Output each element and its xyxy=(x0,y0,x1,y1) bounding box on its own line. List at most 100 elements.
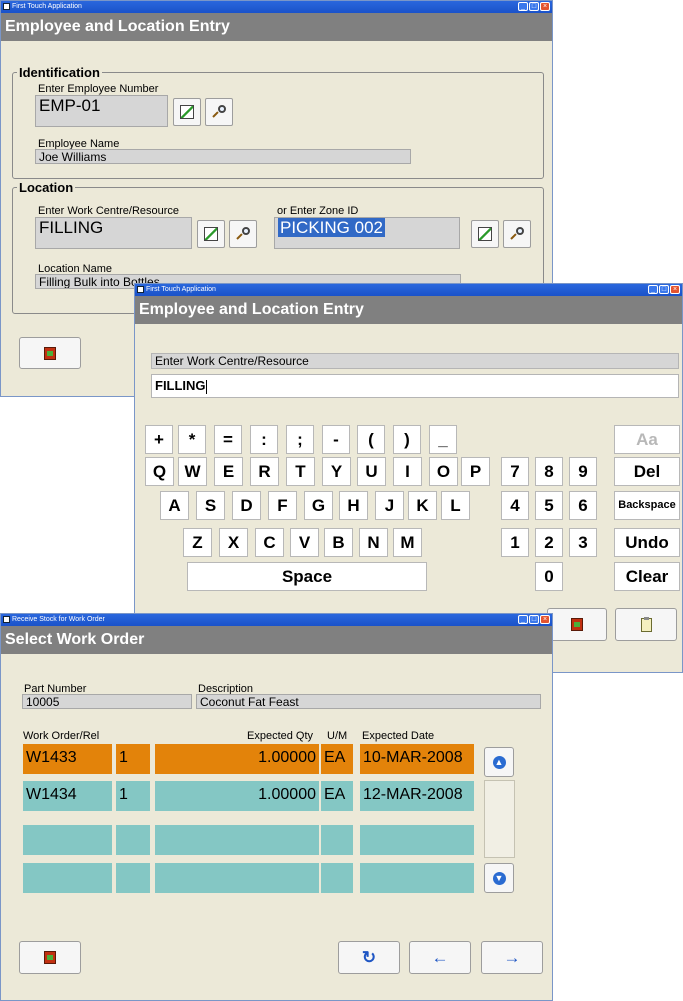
key-1[interactable]: 1 xyxy=(501,528,529,557)
key-i[interactable]: I xyxy=(393,457,422,486)
zone-field[interactable]: PICKING 002 xyxy=(274,217,460,249)
key-minus[interactable]: - xyxy=(322,425,350,454)
close-icon[interactable]: × xyxy=(670,285,680,294)
edit-employee-button[interactable] xyxy=(173,98,201,126)
entry-input[interactable]: FILLING xyxy=(151,374,679,398)
work-centre-field[interactable]: FILLING xyxy=(35,217,192,249)
key-b[interactable]: B xyxy=(324,528,353,557)
minimize-icon[interactable]: _ xyxy=(518,615,528,624)
key-s[interactable]: S xyxy=(196,491,225,520)
edit-zone-button[interactable] xyxy=(471,220,499,248)
exit-button[interactable] xyxy=(547,608,607,641)
key-8[interactable]: 8 xyxy=(535,457,563,486)
close-icon[interactable]: × xyxy=(540,615,550,624)
titlebar[interactable]: Receive Stock for Work Order _ □ × xyxy=(1,614,552,626)
key-x[interactable]: X xyxy=(219,528,248,557)
key-e[interactable]: E xyxy=(214,457,243,486)
key-t[interactable]: T xyxy=(286,457,315,486)
key-k[interactable]: K xyxy=(408,491,437,520)
cell-expected-qty xyxy=(155,863,319,893)
page-title: Select Work Order xyxy=(1,626,552,654)
clipboard-icon xyxy=(640,616,652,632)
scroll-down-button[interactable]: ▼ xyxy=(484,863,514,893)
key-7[interactable]: 7 xyxy=(501,457,529,486)
key-g[interactable]: G xyxy=(304,491,333,520)
entry-input-value: FILLING xyxy=(155,378,206,393)
key-j[interactable]: J xyxy=(375,491,404,520)
page-title: Employee and Location Entry xyxy=(135,296,682,324)
exit-button[interactable] xyxy=(19,337,81,369)
key-2[interactable]: 2 xyxy=(535,528,563,557)
search-employee-button[interactable] xyxy=(205,98,233,126)
key-r[interactable]: R xyxy=(250,457,279,486)
key-w[interactable]: W xyxy=(178,457,207,486)
previous-button[interactable]: ← xyxy=(409,941,471,974)
next-button[interactable]: → xyxy=(481,941,543,974)
key-semicolon[interactable]: ; xyxy=(286,425,314,454)
key-plus[interactable]: + xyxy=(145,425,173,454)
key-asterisk[interactable]: * xyxy=(178,425,206,454)
key-h[interactable]: H xyxy=(339,491,368,520)
key-a[interactable]: A xyxy=(160,491,189,520)
search-zone-button[interactable] xyxy=(503,220,531,248)
text-cursor xyxy=(205,379,207,394)
magnifier-icon xyxy=(510,227,524,241)
key-y[interactable]: Y xyxy=(322,457,351,486)
pencil-edit-icon xyxy=(478,227,492,241)
column-work-order: Work Order/Rel xyxy=(23,730,100,742)
key-6[interactable]: 6 xyxy=(569,491,597,520)
minimize-icon[interactable]: _ xyxy=(648,285,658,294)
window-title: First Touch Application xyxy=(146,286,216,293)
key-o[interactable]: O xyxy=(429,457,458,486)
pencil-edit-icon xyxy=(204,227,218,241)
key-z[interactable]: Z xyxy=(183,528,212,557)
employee-name-field: Joe Williams xyxy=(35,149,411,164)
key-c[interactable]: C xyxy=(255,528,284,557)
search-work-centre-button[interactable] xyxy=(229,220,257,248)
key-q[interactable]: Q xyxy=(145,457,174,486)
key-d[interactable]: D xyxy=(232,491,261,520)
key-4[interactable]: 4 xyxy=(501,491,529,520)
minimize-icon[interactable]: _ xyxy=(518,2,528,11)
key-n[interactable]: N xyxy=(359,528,388,557)
scroll-up-button[interactable]: ▲ xyxy=(484,747,514,777)
titlebar[interactable]: First Touch Application _ □ × xyxy=(135,284,682,296)
undo-button[interactable]: Undo xyxy=(614,528,680,557)
key-5[interactable]: 5 xyxy=(535,491,563,520)
edit-work-centre-button[interactable] xyxy=(197,220,225,248)
key-colon[interactable]: : xyxy=(250,425,278,454)
refresh-button[interactable]: ↻ xyxy=(338,941,400,974)
key-open-paren[interactable]: ( xyxy=(357,425,385,454)
maximize-icon[interactable]: □ xyxy=(659,285,669,294)
space-key[interactable]: Space xyxy=(187,562,427,591)
key-underscore[interactable]: _ xyxy=(429,425,457,454)
delete-button[interactable]: Del xyxy=(614,457,680,486)
scrollbar-track[interactable] xyxy=(484,780,515,858)
window-title: Receive Stock for Work Order xyxy=(12,616,105,623)
key-close-paren[interactable]: ) xyxy=(393,425,421,454)
key-v[interactable]: V xyxy=(290,528,319,557)
key-3[interactable]: 3 xyxy=(569,528,597,557)
key-0[interactable]: 0 xyxy=(535,562,563,591)
exit-button[interactable] xyxy=(19,941,81,974)
maximize-icon[interactable]: □ xyxy=(529,615,539,624)
employee-number-field[interactable]: EMP-01 xyxy=(35,95,168,127)
key-p[interactable]: P xyxy=(461,457,490,486)
key-m[interactable]: M xyxy=(393,528,422,557)
key-equals[interactable]: = xyxy=(214,425,242,454)
key-9[interactable]: 9 xyxy=(569,457,597,486)
key-f[interactable]: F xyxy=(268,491,297,520)
window-title: First Touch Application xyxy=(12,3,82,10)
backspace-button[interactable]: Backspace xyxy=(614,491,680,520)
clear-button[interactable]: Clear xyxy=(614,562,680,591)
key-u[interactable]: U xyxy=(357,457,386,486)
accept-button[interactable] xyxy=(615,608,677,641)
exit-door-icon xyxy=(44,346,56,360)
zone-value: PICKING 002 xyxy=(278,218,385,237)
titlebar[interactable]: First Touch Application _ □ × xyxy=(1,1,552,13)
cell-work-order xyxy=(23,863,112,893)
close-icon[interactable]: × xyxy=(540,2,550,11)
maximize-icon[interactable]: □ xyxy=(529,2,539,11)
key-l[interactable]: L xyxy=(441,491,470,520)
case-toggle-button[interactable]: Aa xyxy=(614,425,680,454)
